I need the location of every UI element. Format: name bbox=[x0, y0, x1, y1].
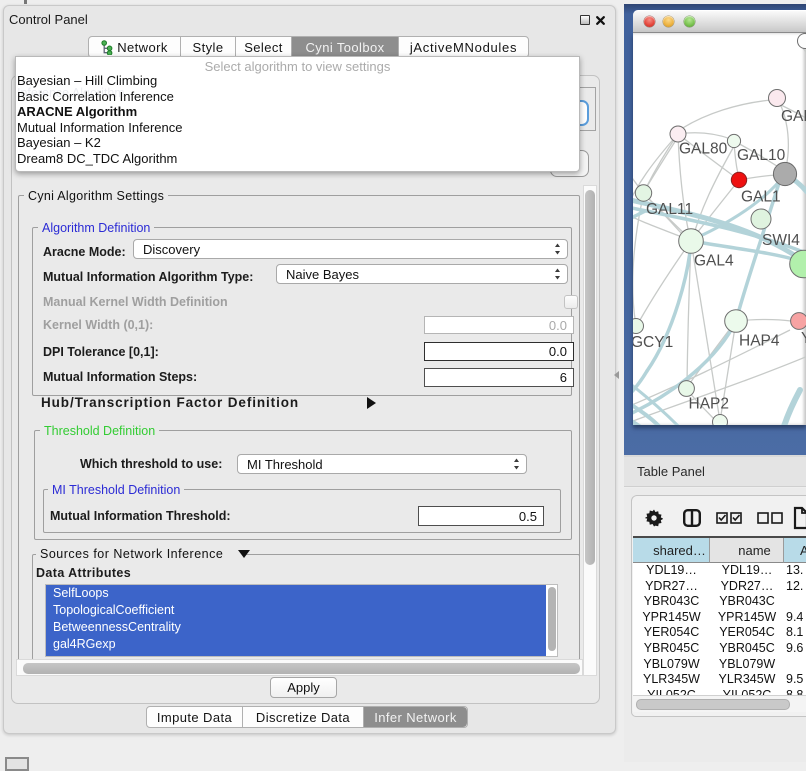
svg-text:HAP4: HAP4 bbox=[739, 333, 780, 350]
svg-text:HAP2: HAP2 bbox=[689, 396, 730, 413]
svg-text:GAL4: GAL4 bbox=[694, 253, 734, 270]
svg-text:GAL2: GAL2 bbox=[781, 108, 806, 125]
svg-text:GCY1: GCY1 bbox=[633, 334, 673, 351]
svg-text:YHR: YHR bbox=[801, 330, 806, 347]
svg-text:SWI4: SWI4 bbox=[762, 232, 800, 249]
svg-text:GAL10: GAL10 bbox=[737, 147, 786, 164]
svg-text:GAL1: GAL1 bbox=[741, 189, 781, 206]
svg-text:GAL11: GAL11 bbox=[646, 201, 693, 218]
svg-text:GAL80: GAL80 bbox=[679, 141, 728, 158]
